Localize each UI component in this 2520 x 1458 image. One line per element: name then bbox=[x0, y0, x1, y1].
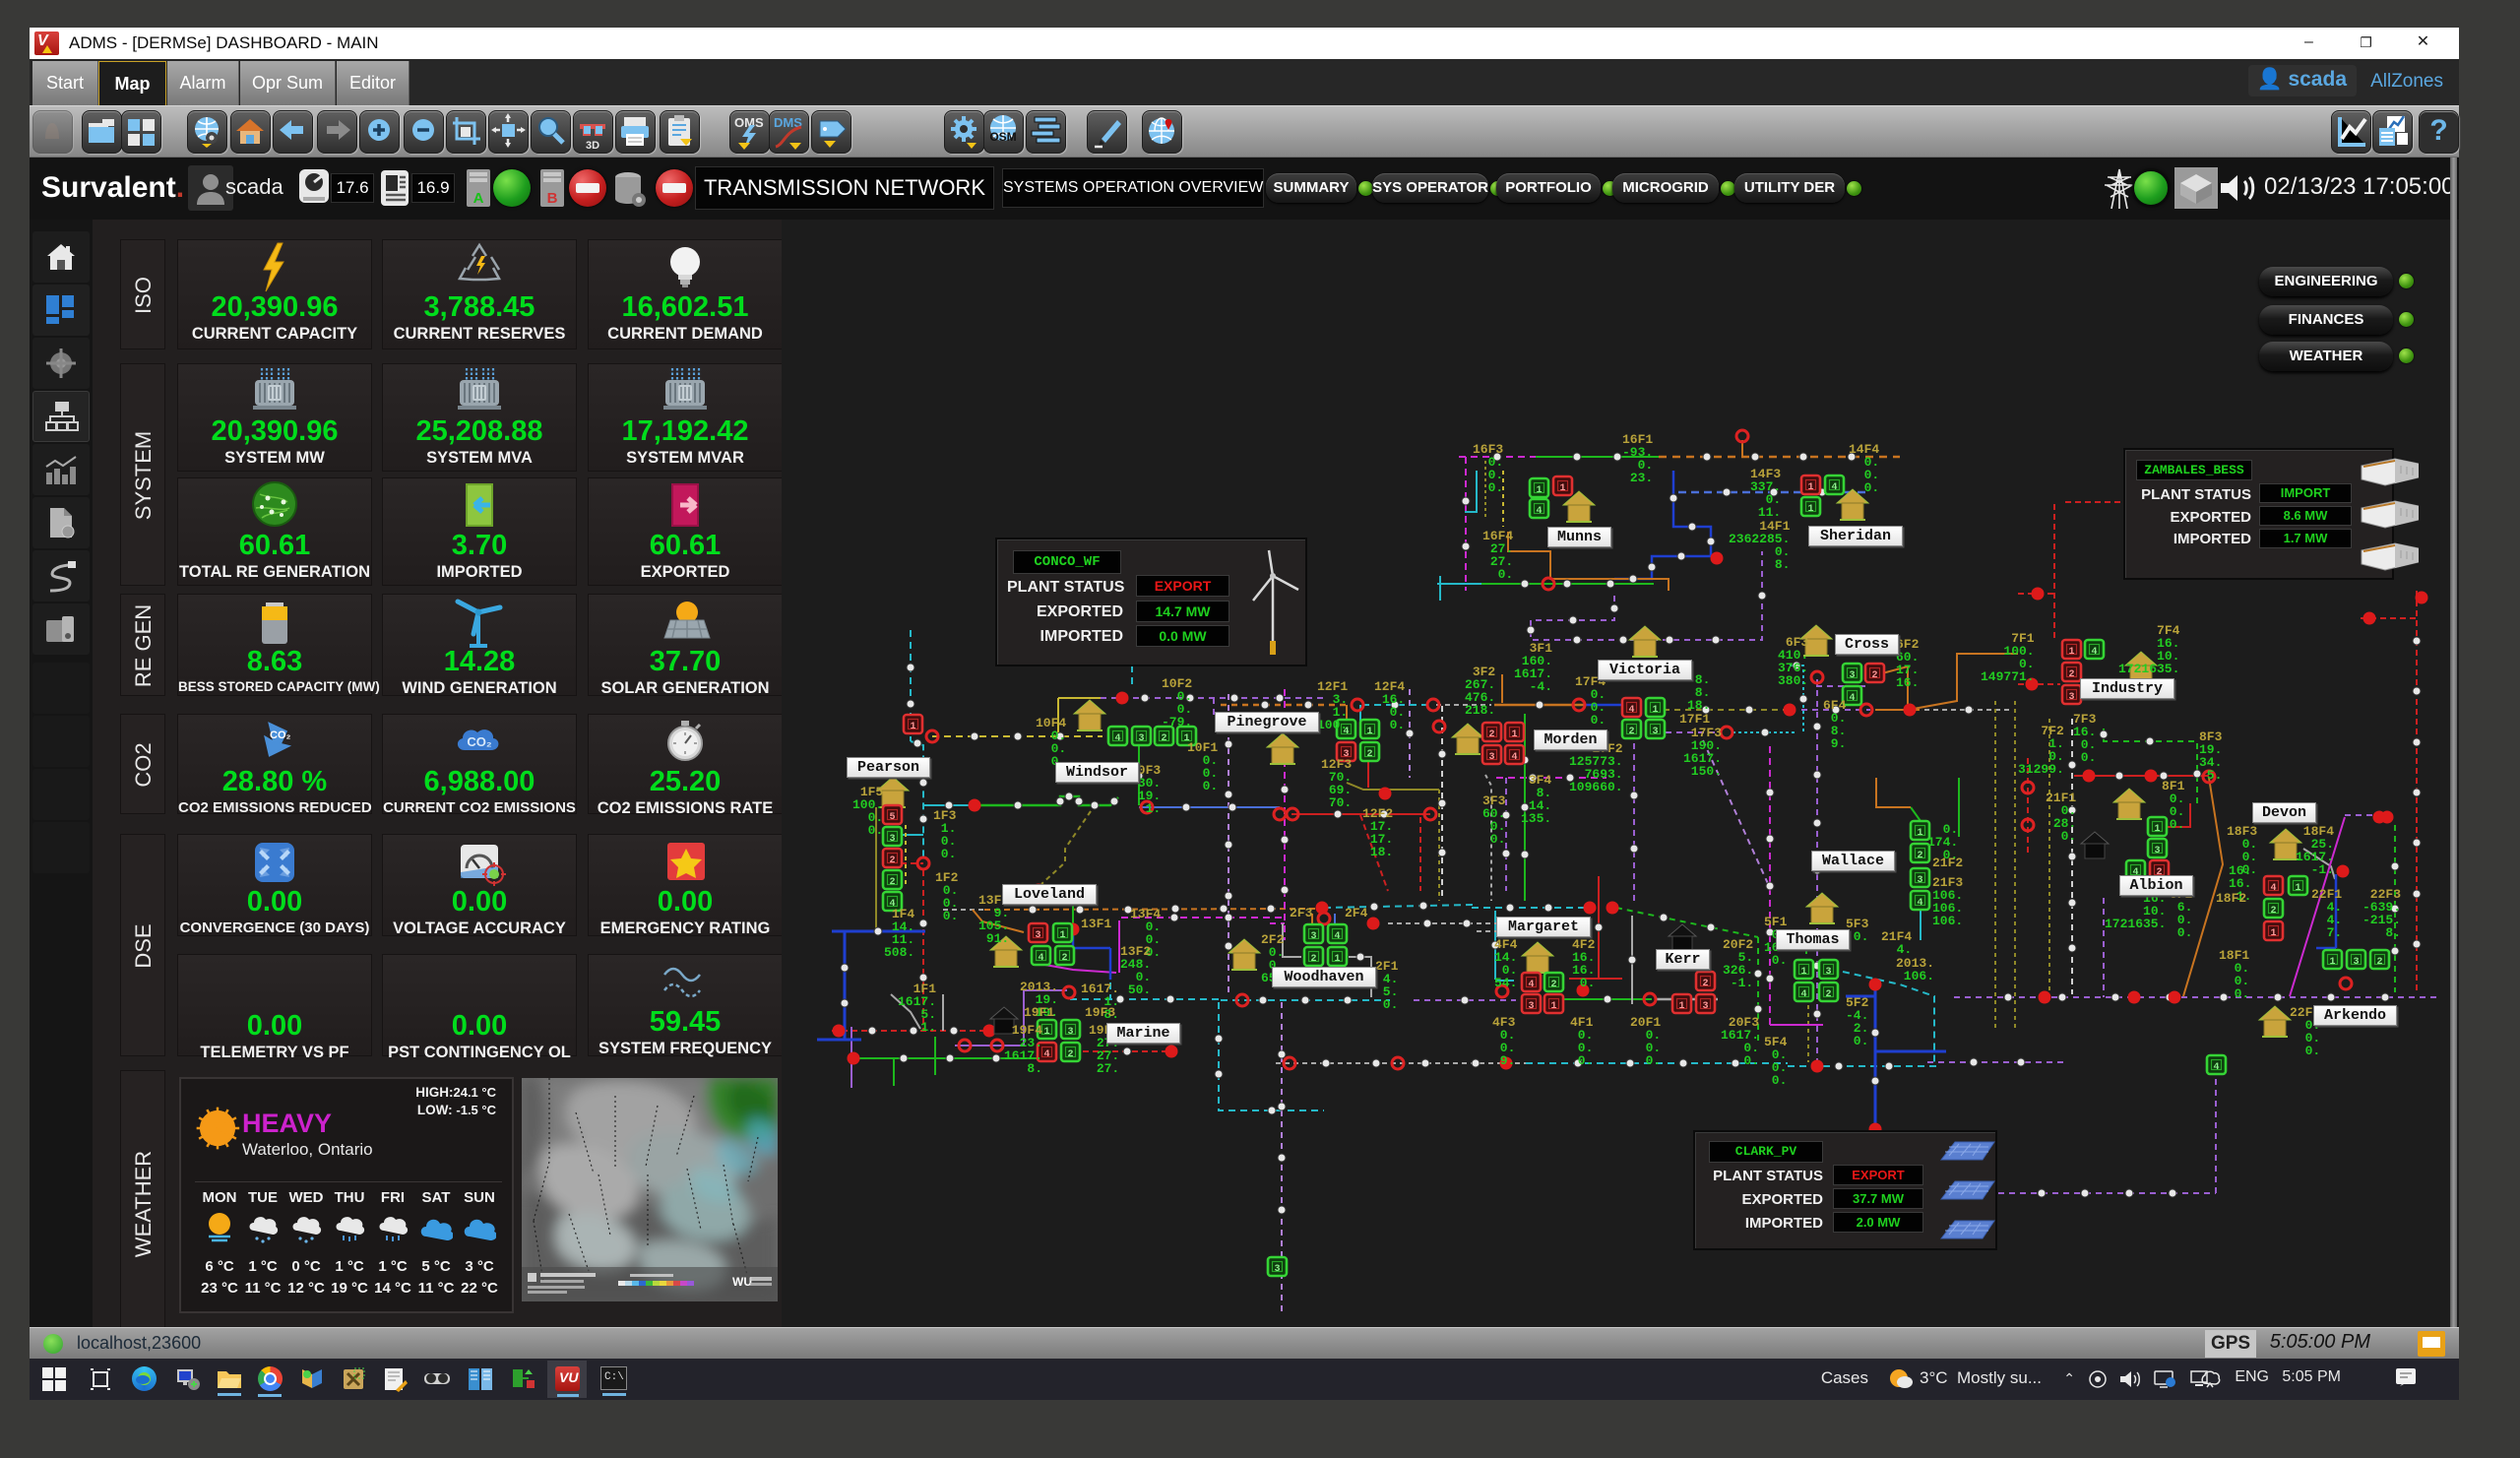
svg-text:3: 3 bbox=[1849, 670, 1855, 681]
svg-text:2: 2 bbox=[1161, 733, 1166, 744]
svg-text:1: 1 bbox=[2295, 883, 2300, 894]
svg-text:2: 2 bbox=[2068, 669, 2074, 680]
svg-text:1: 1 bbox=[1550, 1001, 1556, 1012]
svg-text:3: 3 bbox=[1528, 1001, 1534, 1012]
svg-text:4: 4 bbox=[1917, 898, 1922, 909]
svg-text:1: 1 bbox=[1807, 504, 1813, 515]
svg-text:4: 4 bbox=[1511, 752, 1517, 763]
svg-text:2: 2 bbox=[1917, 851, 1922, 861]
svg-text:WU: WU bbox=[732, 1275, 752, 1289]
svg-text:4: 4 bbox=[1849, 693, 1855, 704]
svg-text:2: 2 bbox=[1550, 980, 1556, 990]
svg-text:1: 1 bbox=[1511, 729, 1517, 740]
svg-text:2: 2 bbox=[1310, 954, 1316, 965]
svg-text:B: B bbox=[547, 190, 558, 207]
svg-text:2: 2 bbox=[1871, 670, 1877, 681]
svg-text:1: 1 bbox=[1559, 483, 1565, 494]
svg-text:4: 4 bbox=[2270, 883, 2276, 894]
svg-text:2: 2 bbox=[1366, 749, 1372, 760]
svg-text:4: 4 bbox=[1628, 705, 1634, 716]
svg-text:4: 4 bbox=[2091, 647, 2097, 658]
svg-text:4: 4 bbox=[1528, 980, 1534, 990]
svg-text:3: 3 bbox=[1067, 1027, 1073, 1038]
svg-text:1: 1 bbox=[910, 722, 915, 732]
svg-text:4: 4 bbox=[1038, 953, 1043, 964]
svg-text:1: 1 bbox=[1334, 954, 1340, 965]
svg-text:2: 2 bbox=[1061, 953, 1067, 964]
svg-text:3: 3 bbox=[2154, 846, 2160, 856]
svg-text:3: 3 bbox=[1917, 875, 1922, 886]
svg-text:2: 2 bbox=[2270, 906, 2276, 917]
svg-text:3D: 3D bbox=[586, 140, 599, 152]
svg-text:1: 1 bbox=[2154, 824, 2160, 835]
svg-text:5: 5 bbox=[889, 812, 895, 823]
svg-text:CO₂: CO₂ bbox=[270, 729, 291, 741]
svg-text:2: 2 bbox=[1067, 1049, 1073, 1060]
svg-text:3: 3 bbox=[1702, 1001, 1708, 1012]
svg-text:3: 3 bbox=[2068, 692, 2074, 703]
svg-text:1: 1 bbox=[2329, 957, 2335, 968]
svg-text:1: 1 bbox=[1678, 1001, 1684, 1012]
svg-text:2: 2 bbox=[2376, 957, 2382, 968]
svg-text:3: 3 bbox=[1825, 967, 1831, 978]
svg-text:2: 2 bbox=[889, 856, 895, 866]
svg-text:1: 1 bbox=[1807, 482, 1813, 493]
svg-text:4: 4 bbox=[1334, 931, 1340, 942]
svg-text:4: 4 bbox=[1114, 733, 1120, 744]
svg-text:3: 3 bbox=[1488, 752, 1494, 763]
svg-text:1: 1 bbox=[1652, 705, 1658, 716]
svg-text:1: 1 bbox=[1536, 485, 1542, 496]
svg-text:1: 1 bbox=[2270, 928, 2276, 939]
svg-text:1: 1 bbox=[1366, 727, 1372, 737]
svg-text:4: 4 bbox=[2213, 1062, 2219, 1073]
svg-text:A: A bbox=[473, 190, 484, 207]
svg-text:3: 3 bbox=[1652, 727, 1658, 737]
svg-text:2: 2 bbox=[1628, 727, 1634, 737]
svg-text:2: 2 bbox=[1488, 729, 1494, 740]
svg-text:1: 1 bbox=[1059, 930, 1065, 941]
svg-text:3: 3 bbox=[2353, 957, 2359, 968]
svg-text:3: 3 bbox=[1035, 930, 1040, 941]
svg-text:1: 1 bbox=[1043, 1027, 1049, 1038]
svg-text:3: 3 bbox=[1310, 931, 1316, 942]
svg-text:1: 1 bbox=[1917, 828, 1922, 839]
svg-text:3: 3 bbox=[1274, 1264, 1280, 1275]
svg-text:2: 2 bbox=[1825, 989, 1831, 1000]
svg-text:4: 4 bbox=[1536, 506, 1542, 517]
svg-text:3: 3 bbox=[1138, 733, 1144, 744]
svg-text:1: 1 bbox=[2068, 647, 2074, 658]
svg-text:1: 1 bbox=[1800, 967, 1806, 978]
svg-text:2: 2 bbox=[1702, 979, 1708, 989]
svg-text:4: 4 bbox=[1043, 1049, 1049, 1060]
svg-text:CO₂: CO₂ bbox=[467, 734, 492, 749]
svg-text:4: 4 bbox=[1800, 989, 1806, 1000]
svg-text:4: 4 bbox=[1831, 482, 1837, 493]
svg-text:2: 2 bbox=[889, 877, 895, 888]
svg-text:3: 3 bbox=[889, 834, 895, 845]
svg-text:OSM: OSM bbox=[989, 130, 1016, 144]
